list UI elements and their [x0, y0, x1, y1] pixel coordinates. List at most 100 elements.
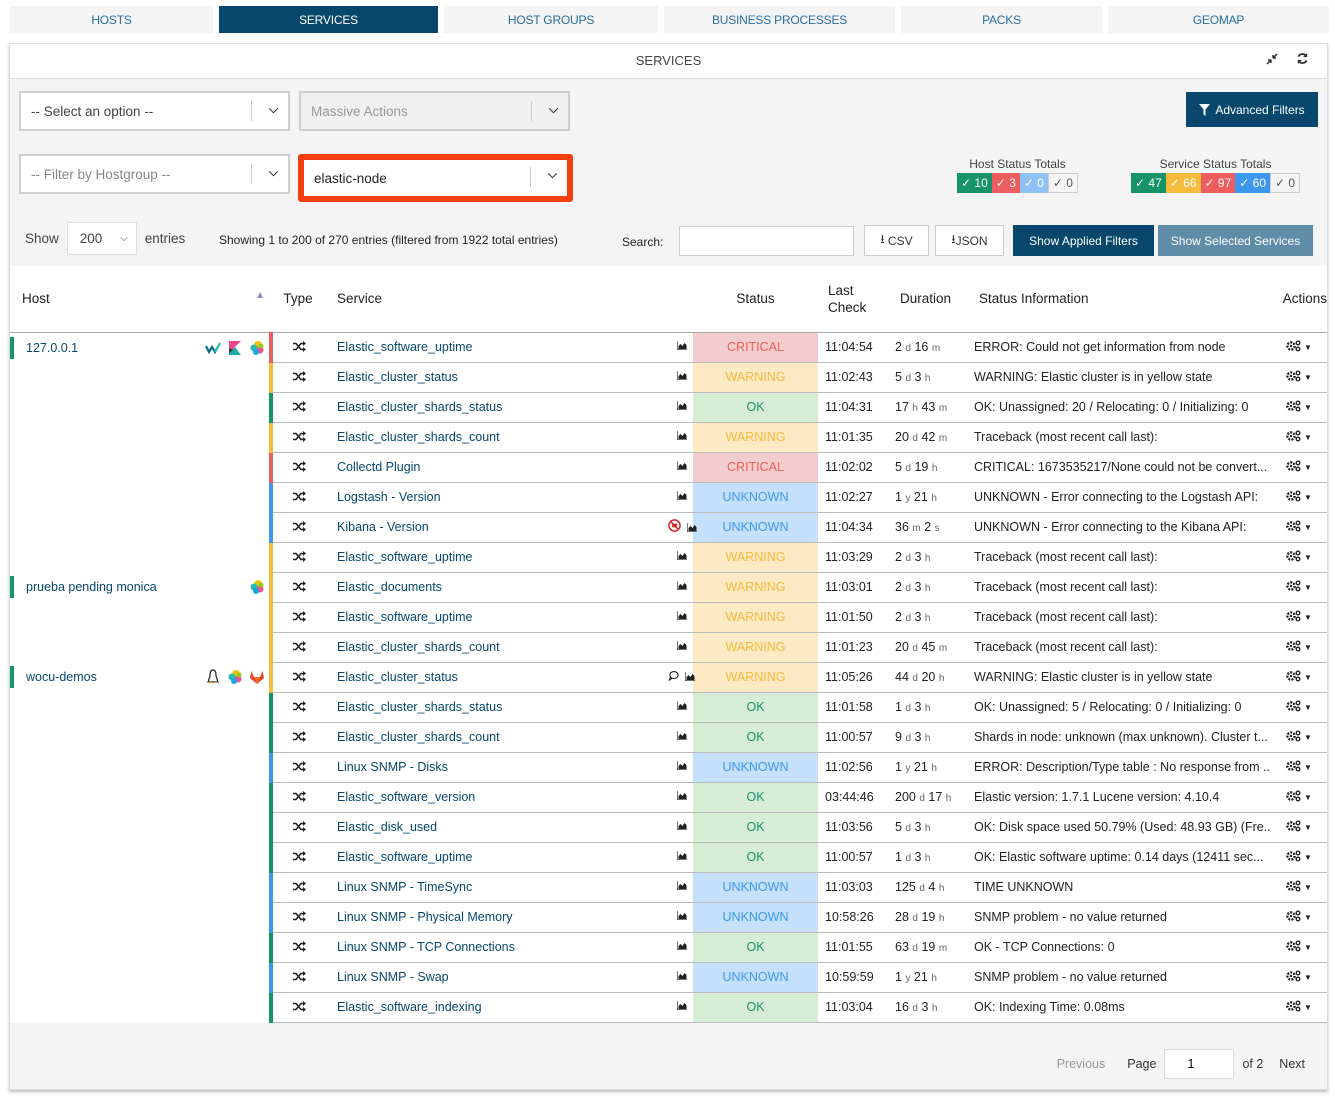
service-link[interactable]: Linux SNMP - TimeSync [337, 880, 472, 894]
column-service[interactable]: Service [325, 266, 668, 333]
actions-dropdown[interactable]: ▼ [1271, 392, 1327, 423]
graph-icon[interactable] [684, 672, 695, 682]
entries-select[interactable]: 200 ⌵ [66, 222, 137, 255]
compress-icon[interactable] [1266, 44, 1278, 77]
graph-icon[interactable] [676, 551, 687, 561]
service-link[interactable]: Logstash - Version [337, 490, 441, 504]
actions-dropdown[interactable]: ▼ [1271, 602, 1327, 633]
actions-dropdown[interactable]: ▼ [1271, 452, 1327, 483]
actions-dropdown[interactable]: ▼ [1271, 632, 1327, 663]
tab-hosts[interactable]: HOSTS [10, 6, 213, 33]
json-export-button[interactable]: ⭳ JSON [935, 225, 1004, 256]
advanced-filters-button[interactable]: Advanced Filters [1186, 92, 1318, 127]
next-page-button[interactable]: Next [1279, 1057, 1305, 1071]
graph-icon[interactable] [676, 491, 687, 501]
service-link[interactable]: Linux SNMP - TCP Connections [337, 940, 515, 954]
graph-icon[interactable] [676, 791, 687, 801]
service-link[interactable]: Elastic_cluster_shards_count [337, 430, 500, 444]
graph-icon[interactable] [676, 1001, 687, 1011]
service-critical-badge[interactable]: ✓ 97 [1200, 173, 1236, 193]
graph-icon[interactable] [676, 971, 687, 981]
graph-icon[interactable] [686, 523, 697, 533]
actions-dropdown[interactable]: ▼ [1271, 692, 1327, 723]
actions-dropdown[interactable]: ▼ [1271, 842, 1327, 873]
column-type[interactable]: Type [271, 266, 325, 333]
host-up-badge[interactable]: ✓ 10 [957, 173, 992, 193]
service-link[interactable]: Linux SNMP - Swap [337, 970, 449, 984]
select-option-dropdown[interactable]: -- Select an option -- ⌵ [19, 91, 290, 131]
graph-icon[interactable] [676, 761, 687, 771]
actions-dropdown[interactable]: ▼ [1271, 422, 1327, 453]
graph-icon[interactable] [676, 371, 687, 381]
hostgroup-filter-dropdown[interactable]: -- Filter by Hostgroup -- ⌵ [19, 154, 290, 194]
actions-dropdown[interactable]: ▼ [1271, 542, 1327, 573]
service-link[interactable]: Elastic_software_indexing [337, 1000, 482, 1014]
service-unknown-badge[interactable]: ✓ 60 [1235, 173, 1270, 193]
graph-icon[interactable] [676, 341, 687, 351]
actions-dropdown[interactable]: ▼ [1271, 992, 1327, 1023]
service-link[interactable]: Elastic_cluster_status [337, 370, 458, 384]
graph-icon[interactable] [676, 821, 687, 831]
table-row[interactable]: 127.0.0.1 Elastic_software_uptime CRITICA… [10, 332, 1327, 363]
graph-icon[interactable] [676, 911, 687, 921]
host-unreachable-badge[interactable]: ✓ 0 [1019, 173, 1048, 193]
actions-dropdown[interactable]: ▼ [1271, 812, 1327, 843]
show-selected-services-button[interactable]: Show Selected Services [1158, 225, 1313, 256]
graph-icon[interactable] [676, 461, 687, 471]
service-link[interactable]: Elastic_software_uptime [337, 610, 472, 624]
service-link[interactable]: Linux SNMP - Disks [337, 760, 448, 774]
tab-geomap[interactable]: GEOMAP [1108, 6, 1329, 33]
graph-icon[interactable] [676, 701, 687, 711]
actions-dropdown[interactable]: ▼ [1271, 722, 1327, 753]
actions-dropdown[interactable]: ▼ [1271, 662, 1327, 693]
previous-page-button[interactable]: Previous [1057, 1057, 1106, 1071]
graph-icon[interactable] [676, 851, 687, 861]
graph-icon[interactable] [676, 731, 687, 741]
graph-icon[interactable] [676, 581, 687, 591]
page-number-input[interactable] [1164, 1049, 1235, 1079]
graph-icon[interactable] [676, 641, 687, 651]
column-host[interactable]: Host ▲ [10, 266, 271, 333]
service-link[interactable]: Elastic_cluster_shards_status [337, 700, 502, 714]
massive-actions-dropdown[interactable]: Massive Actions ⌵ [299, 91, 570, 131]
actions-dropdown[interactable]: ▼ [1271, 512, 1327, 543]
csv-export-button[interactable]: ⭳ CSV [864, 225, 929, 256]
actions-dropdown[interactable]: ▼ [1271, 782, 1327, 813]
host-down-badge[interactable]: ✓ 3 [991, 173, 1020, 193]
graph-icon[interactable] [676, 611, 687, 621]
service-link[interactable]: Elastic_documents [337, 580, 442, 594]
service-link[interactable]: Elastic_disk_used [337, 820, 437, 834]
actions-dropdown[interactable]: ▼ [1271, 572, 1327, 603]
column-last-check[interactable]: Last Check [818, 266, 889, 333]
actions-dropdown[interactable]: ▼ [1271, 362, 1327, 393]
graph-icon[interactable] [676, 941, 687, 951]
column-status-information[interactable]: Status Information [969, 266, 1271, 333]
service-link[interactable]: Elastic_software_uptime [337, 340, 472, 354]
service-link[interactable]: Elastic_software_version [337, 790, 475, 804]
service-warning-badge[interactable]: ✓ 66 [1165, 173, 1201, 193]
graph-icon[interactable] [676, 401, 687, 411]
actions-dropdown[interactable]: ▼ [1271, 932, 1327, 963]
tab-packs[interactable]: PACKS [901, 6, 1102, 33]
service-link[interactable]: Kibana - Version [337, 520, 429, 534]
graph-icon[interactable] [676, 881, 687, 891]
service-ok-badge[interactable]: ✓ 47 [1131, 173, 1166, 193]
service-link[interactable]: Elastic_cluster_shards_count [337, 730, 500, 744]
search-input[interactable] [679, 226, 854, 256]
actions-dropdown[interactable]: ▼ [1271, 752, 1327, 783]
service-link[interactable]: Elastic_software_uptime [337, 550, 472, 564]
actions-dropdown[interactable]: ▼ [1271, 962, 1327, 993]
service-pending-badge[interactable]: ✓ 0 [1270, 173, 1301, 193]
actions-dropdown[interactable]: ▼ [1271, 902, 1327, 933]
tab-services[interactable]: SERVICES [219, 6, 438, 33]
refresh-icon[interactable] [1296, 44, 1309, 77]
table-row[interactable]: wocu-demos Elastic_cluster_status WARNING… [10, 662, 1327, 693]
host-link[interactable]: prueba pending monica [10, 576, 269, 598]
service-link[interactable]: Collectd Plugin [337, 460, 420, 474]
column-duration[interactable]: Duration [889, 266, 969, 333]
service-link[interactable]: Elastic_cluster_shards_count [337, 640, 500, 654]
host-pending-badge[interactable]: ✓ 0 [1047, 173, 1078, 193]
column-status[interactable]: Status [693, 266, 818, 333]
tab-business-processes[interactable]: BUSINESS PROCESSES [664, 6, 895, 33]
show-applied-filters-button[interactable]: Show Applied Filters [1013, 225, 1154, 256]
